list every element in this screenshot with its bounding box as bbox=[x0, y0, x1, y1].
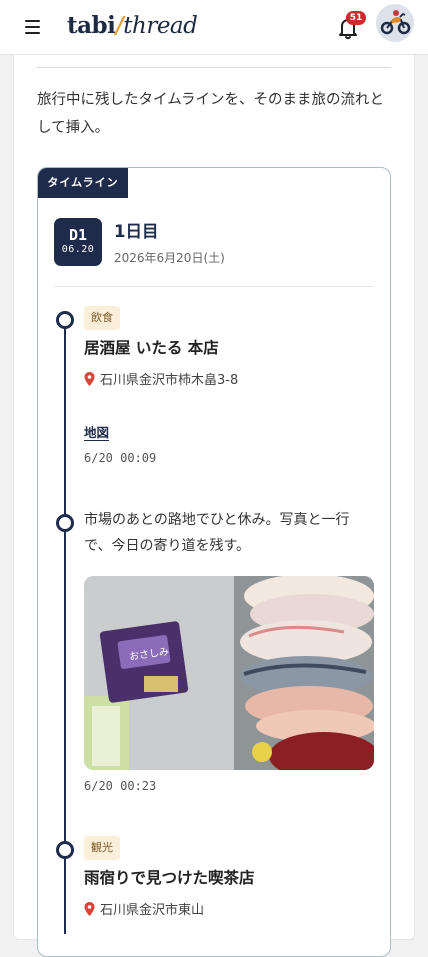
app-header: tabi/thread 51 bbox=[0, 0, 428, 55]
day-badge-number: D1 bbox=[68, 226, 88, 244]
timeline-dot bbox=[56, 841, 74, 859]
entry-photo[interactable]: おさしみ bbox=[84, 576, 374, 770]
day-date: 2026年6月20日(土) bbox=[114, 251, 225, 265]
map-link[interactable]: 地図 bbox=[84, 422, 109, 441]
location-pin-icon bbox=[84, 902, 95, 916]
entry-title[interactable]: 居酒屋 いたる 本店 bbox=[84, 336, 219, 358]
entry-location-text: 石川県金沢市柿木畠3-8 bbox=[100, 373, 239, 388]
entry-title[interactable]: 雨宿りで見つけた喫茶店 bbox=[84, 866, 255, 888]
motorcycle-icon bbox=[376, 4, 414, 42]
day-title: 1日目 bbox=[114, 222, 159, 241]
timeline-dot bbox=[56, 311, 74, 329]
menu-icon[interactable] bbox=[24, 17, 44, 35]
intro-text: 旅行中に残したタイムラインを、そのまま旅の流れとして挿入。 bbox=[37, 92, 384, 136]
day-badge-date: 06.20 bbox=[61, 244, 95, 255]
entry-location: 石川県金沢市柿木畠3-8 bbox=[84, 369, 238, 388]
category-tag: 観光 bbox=[84, 836, 120, 860]
entry-location-text: 石川県金沢市東山 bbox=[100, 903, 205, 918]
notification-badge: 51 bbox=[346, 11, 366, 25]
logo-part1: tabi bbox=[67, 12, 116, 39]
entry-timestamp: 6/20 00:09 bbox=[84, 451, 157, 465]
category-tag: 飲食 bbox=[84, 306, 120, 330]
app-logo[interactable]: tabi/thread bbox=[67, 12, 198, 39]
location-pin-icon bbox=[84, 372, 95, 386]
timeline-tag: タイムライン bbox=[38, 168, 128, 198]
timeline-dot bbox=[56, 514, 74, 532]
avatar[interactable] bbox=[376, 4, 414, 42]
entry-text: 市場のあとの路地でひと休み。写真と一行で、今日の寄り道を残す。 bbox=[84, 512, 350, 554]
entry-location: 石川県金沢市東山 bbox=[84, 899, 204, 918]
divider bbox=[54, 286, 374, 287]
day-badge: D1 06.20 bbox=[54, 218, 102, 266]
entry-timestamp: 6/20 00:23 bbox=[84, 779, 157, 793]
logo-part2: thread bbox=[123, 13, 198, 39]
divider bbox=[37, 67, 391, 68]
